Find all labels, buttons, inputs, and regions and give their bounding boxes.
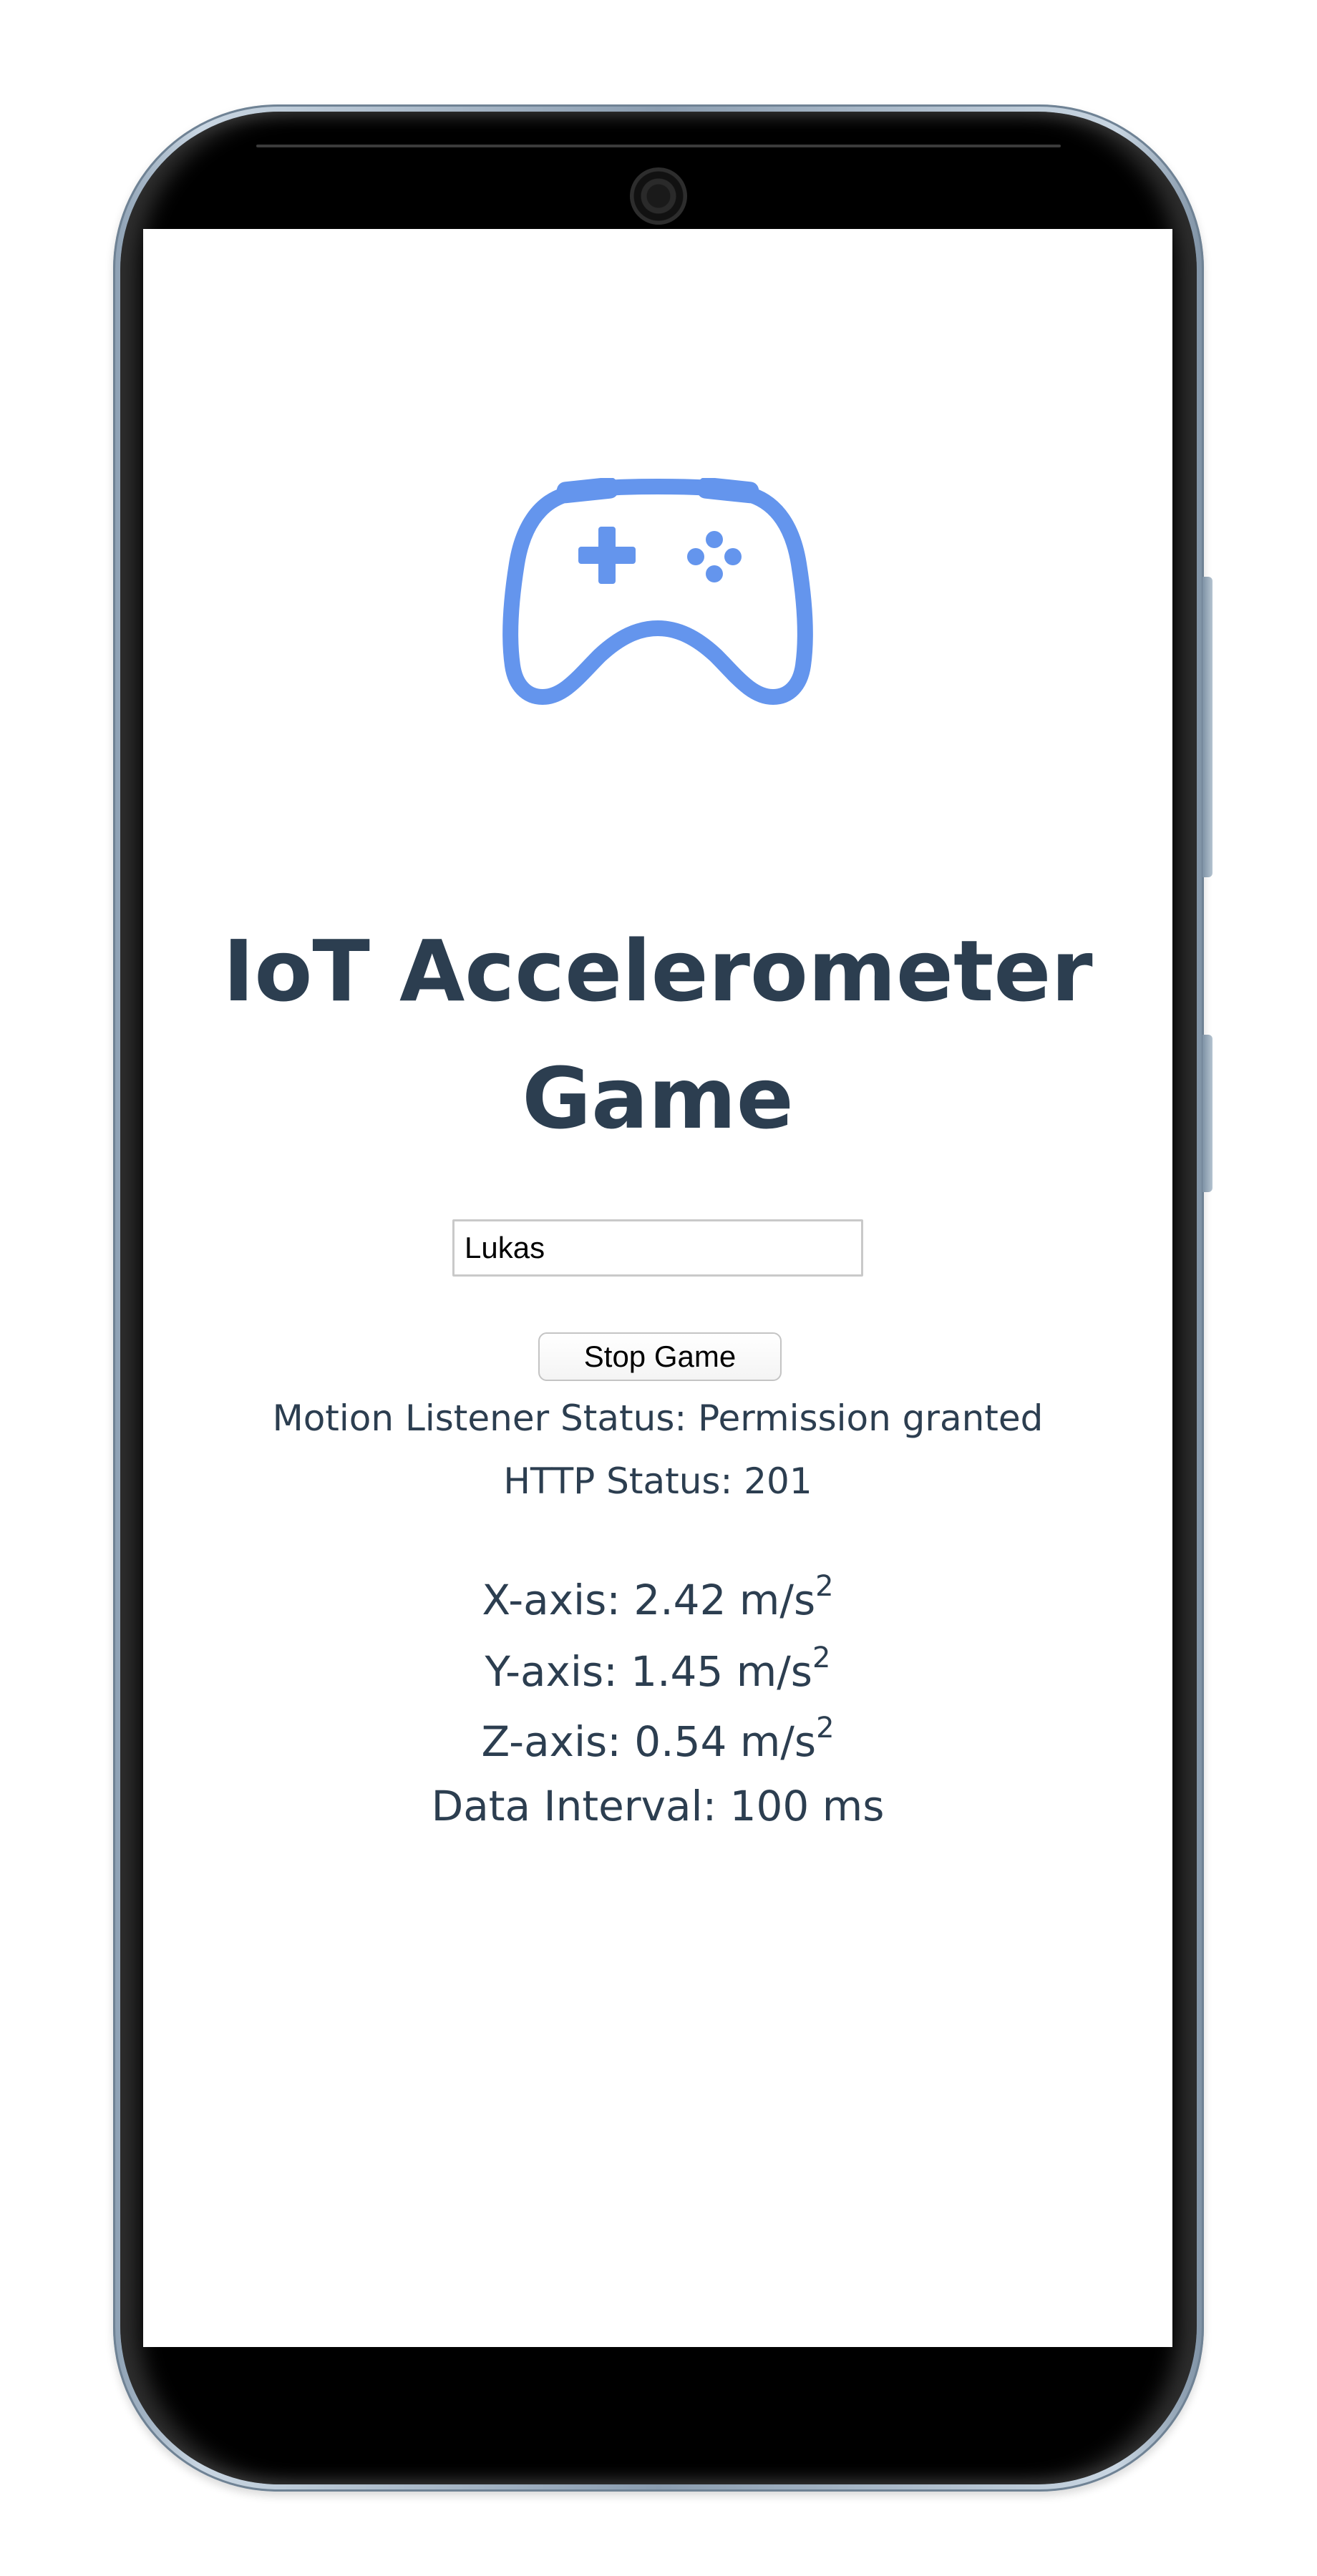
player-name-input[interactable]: [452, 1219, 863, 1277]
stop-game-button[interactable]: Stop Game: [538, 1332, 782, 1381]
page-title: IoT Accelerometer Game: [143, 907, 1172, 1162]
earpiece-speaker: [256, 145, 1061, 147]
y-axis-value: Y-axis: 1.45 m/s: [485, 1647, 813, 1696]
x-axis-value: X-axis: 2.42 m/s: [482, 1576, 816, 1624]
http-status: HTTP Status: 201: [503, 1460, 812, 1502]
motion-listener-status: Motion Listener Status: Permission grant…: [272, 1397, 1044, 1439]
z-axis-reading: Z-axis: 0.54 m/s2: [143, 1707, 1172, 1776]
x-axis-reading: X-axis: 2.42 m/s2: [143, 1566, 1172, 1634]
page-background: IoT Accelerometer Game Stop Game Motion …: [0, 0, 1317, 2576]
volume-button: [1202, 577, 1212, 877]
title-line-2: Game: [522, 1049, 794, 1148]
front-camera-icon: [630, 167, 687, 225]
z-axis-value: Z-axis: 0.54 m/s: [481, 1717, 817, 1766]
y-axis-unit-exponent: 2: [812, 1641, 831, 1674]
data-interval: Data Interval: 100 ms: [431, 1782, 885, 1830]
y-axis-reading: Y-axis: 1.45 m/s2: [143, 1637, 1172, 1706]
title-line-1: IoT Accelerometer: [223, 922, 1093, 1020]
x-axis-unit-exponent: 2: [815, 1570, 834, 1603]
app-screen: IoT Accelerometer Game Stop Game Motion …: [143, 229, 1172, 2347]
z-axis-unit-exponent: 2: [816, 1712, 835, 1745]
power-button: [1202, 1035, 1212, 1192]
gamepad-icon: [502, 478, 813, 705]
